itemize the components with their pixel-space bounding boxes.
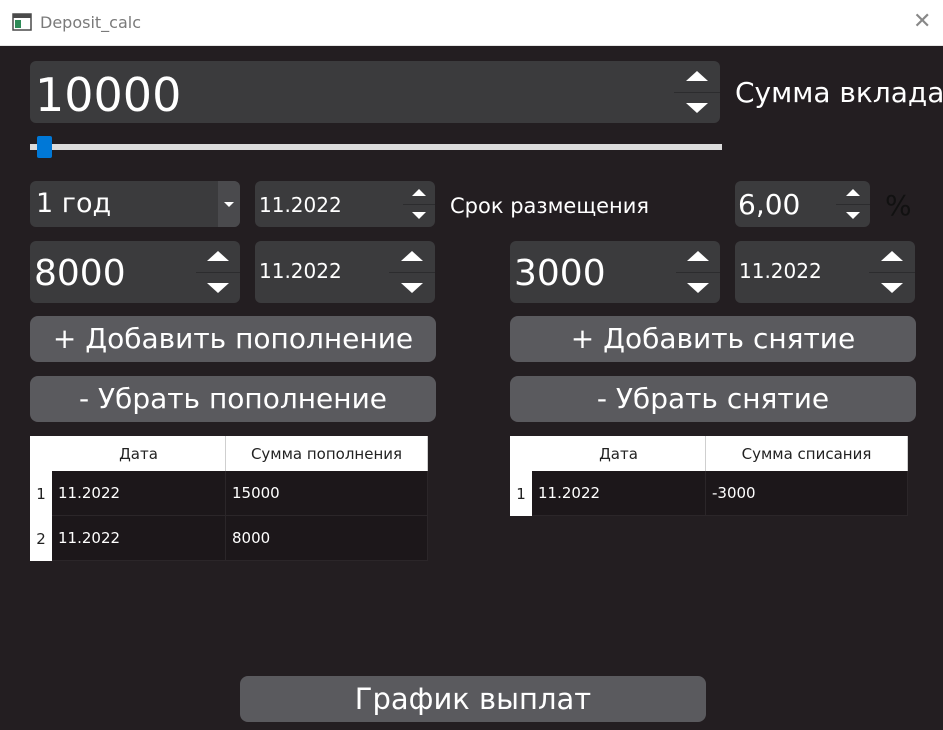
close-icon[interactable]: ✕ [913,11,931,33]
arrow-down-icon [401,282,423,293]
arrow-up-icon [881,251,903,262]
arrow-up-icon [846,188,860,196]
arrow-up-icon [207,251,229,262]
term-period-combobox[interactable]: 1 год [30,181,240,227]
arrow-down-icon [881,282,903,293]
arrow-down-icon [412,212,426,220]
chevron-down-icon [224,201,234,207]
withdraw-date-value: 11.2022 [739,259,822,283]
main-area: 10000 Сумма вклада 1 год 11.2022 Срок ра… [0,46,943,730]
deposit-amount-spinbox[interactable]: 10000 [30,61,720,123]
withdraw-date-up-button[interactable] [869,241,915,272]
slider-track [30,144,722,150]
row-header[interactable]: 1 [30,471,52,516]
app-window-icon [12,13,32,31]
withdraw-date-spinbox[interactable]: 11.2022 [735,241,915,303]
withdrawal-table: Дата Сумма списания 1 11.2022 -3000 [510,436,908,517]
replenishment-table: Дата Сумма пополнения 1 11.2022 15000 2 … [30,436,428,562]
withdraw-amount-down-button[interactable] [676,271,720,304]
arrow-down-icon [686,102,708,113]
rate-unit-label: % [885,189,912,222]
term-start-date-value: 11.2022 [259,193,342,217]
arrow-up-icon [686,71,708,82]
table-cell-sum[interactable]: -3000 [706,471,908,516]
replenish-date-value: 11.2022 [259,259,342,283]
remove-replenishment-button[interactable]: - Убрать пополнение [30,376,436,422]
slider-handle[interactable] [37,136,52,158]
column-header-sum[interactable]: Сумма списания [706,436,908,471]
replenish-date-up-button[interactable] [389,241,435,272]
column-header-sum[interactable]: Сумма пополнения [226,436,428,471]
row-header[interactable]: 2 [30,516,52,561]
column-header-date[interactable]: Дата [532,436,706,471]
table-cell-date[interactable]: 11.2022 [52,516,226,561]
deposit-amount-up-button[interactable] [674,61,720,92]
replenish-amount-down-button[interactable] [196,271,240,304]
table-cell-date[interactable]: 11.2022 [52,471,226,516]
term-period-value: 1 год [36,188,112,219]
table-cell-sum[interactable]: 8000 [226,516,428,561]
term-date-up-button[interactable] [403,181,435,204]
replenish-amount-value: 8000 [34,253,126,294]
table-corner [30,436,52,471]
interest-rate-value: 6,00 [738,188,801,221]
add-replenishment-button[interactable]: + Добавить пополнение [30,316,436,362]
withdraw-amount-up-button[interactable] [676,241,720,272]
replenish-date-down-button[interactable] [389,271,435,304]
deposit-amount-label: Сумма вклада [735,76,943,109]
arrow-down-icon [207,282,229,293]
arrow-down-icon [687,282,709,293]
column-header-date[interactable]: Дата [52,436,226,471]
table-corner [510,436,532,471]
replenish-date-spinbox[interactable]: 11.2022 [255,241,435,303]
replenish-amount-spinbox[interactable]: 8000 [30,241,240,303]
arrow-up-icon [687,251,709,262]
rate-up-button[interactable] [836,181,870,204]
remove-withdrawal-button[interactable]: - Убрать снятие [510,376,916,422]
arrow-down-icon [846,212,860,220]
add-withdrawal-button[interactable]: + Добавить снятие [510,316,916,362]
arrow-up-icon [412,188,426,196]
interest-rate-spinbox[interactable]: 6,00 [735,181,870,227]
term-label: Срок размещения [450,194,650,218]
table-cell-date[interactable]: 11.2022 [532,471,706,516]
window-titlebar: Deposit_calc ✕ [0,0,943,46]
withdraw-amount-spinbox[interactable]: 3000 [510,241,720,303]
dropdown-handle[interactable] [218,181,240,227]
term-start-date-spinbox[interactable]: 11.2022 [255,181,435,227]
term-date-down-button[interactable] [403,203,435,228]
payment-schedule-button[interactable]: График выплат [240,676,706,722]
deposit-amount-slider[interactable] [30,136,722,160]
withdraw-date-down-button[interactable] [869,271,915,304]
withdraw-amount-value: 3000 [514,253,606,294]
row-header[interactable]: 1 [510,471,532,516]
window-title: Deposit_calc [40,13,142,32]
arrow-up-icon [401,251,423,262]
table-cell-sum[interactable]: 15000 [226,471,428,516]
deposit-amount-value: 10000 [35,68,182,122]
replenish-amount-up-button[interactable] [196,241,240,272]
rate-down-button[interactable] [836,203,870,228]
deposit-amount-down-button[interactable] [674,91,720,124]
